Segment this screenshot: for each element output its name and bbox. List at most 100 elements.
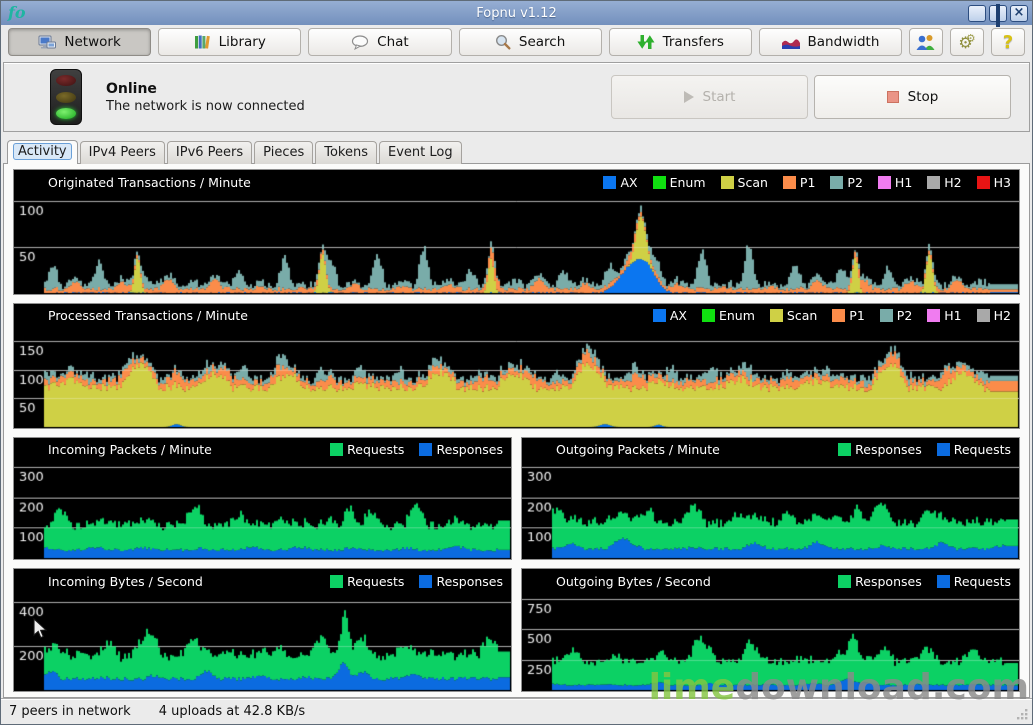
- legend-label: H1: [895, 175, 912, 190]
- red-lamp-icon: [56, 75, 76, 86]
- tab-pieces[interactable]: Pieces: [254, 141, 313, 164]
- legend-swatch-p1: [783, 176, 796, 189]
- legend-swatch-responses: [419, 443, 432, 456]
- legend-swatch-ax: [653, 309, 666, 322]
- uploads-status: 4 uploads at 42.8 KB/s: [159, 704, 305, 719]
- search-icon: [495, 34, 511, 50]
- legend-label: H2: [994, 308, 1011, 323]
- legend-swatch-requests: [937, 575, 950, 588]
- legend-swatch-h2: [977, 309, 990, 322]
- legend-label: AX: [620, 175, 637, 190]
- network-icon: [38, 35, 56, 50]
- toolbar-label: Network: [64, 34, 120, 50]
- tab-ipv4-peers[interactable]: IPv4 Peers: [80, 141, 165, 164]
- toolbar-button-library[interactable]: Library: [158, 28, 301, 56]
- chart-panel-processed-transactions: Processed Transactions / Minute AXEnumSc…: [13, 303, 1020, 429]
- toolbar-label: Search: [519, 34, 565, 50]
- connection-message: The network is now connected: [106, 99, 305, 114]
- legend-swatch-enum: [653, 176, 666, 189]
- tab-label: Pieces: [263, 145, 304, 160]
- legend-swatch-requests: [330, 575, 343, 588]
- legend-swatch-h3: [977, 176, 990, 189]
- minimize-button[interactable]: [968, 5, 986, 22]
- chart-legend: Requests Responses: [315, 574, 503, 589]
- close-button[interactable]: ×: [1010, 5, 1028, 22]
- tab-tokens[interactable]: Tokens: [315, 141, 377, 164]
- chart-canvas-processed-transactions: [14, 325, 1019, 428]
- bandwidth-icon: [782, 36, 800, 49]
- chart-legend: Responses Requests: [823, 574, 1011, 589]
- tab-label: Activity: [13, 143, 72, 160]
- legend-swatch-h1: [927, 309, 940, 322]
- chart-legend: ResponsesRequests: [823, 442, 1011, 457]
- transfers-icon: [637, 34, 655, 50]
- legend-label: Requests: [954, 574, 1011, 589]
- toolbar-button-transfers[interactable]: Transfers: [609, 28, 752, 56]
- peers-count: 7 peers in network: [9, 704, 131, 719]
- legend-label: Requests: [347, 574, 404, 589]
- toolbar-button-search[interactable]: Search: [459, 28, 602, 56]
- connection-panel: Online The network is now connected Star…: [3, 62, 1030, 132]
- toolbar-button-users[interactable]: [909, 28, 943, 56]
- toolbar-button-bandwidth[interactable]: Bandwidth: [759, 28, 902, 56]
- legend-swatch-requests: [330, 443, 343, 456]
- chart-title: Incoming Bytes / Second: [48, 574, 203, 589]
- chart-title: Processed Transactions / Minute: [48, 308, 248, 323]
- resize-grip[interactable]: [1016, 708, 1029, 721]
- toolbar-button-network[interactable]: Network: [8, 28, 151, 56]
- tabbar: Activity IPv4 Peers IPv6 Peers Pieces To…: [1, 136, 1032, 163]
- chart-canvas-outgoing-bytes: [522, 590, 1019, 691]
- chart-canvas-outgoing-packets: [522, 459, 1019, 560]
- legend-label: Responses: [855, 574, 922, 589]
- gears-icon: ⚙⚙: [958, 33, 975, 52]
- legend-label: H3: [994, 175, 1011, 190]
- legend-label: P1: [800, 175, 816, 190]
- legend-swatch-responses: [419, 575, 432, 588]
- legend-swatch-h2: [927, 176, 940, 189]
- tab-event-log[interactable]: Event Log: [379, 141, 462, 164]
- toolbar: Network Library Chat Search Transfers Ba…: [1, 25, 1032, 60]
- legend-swatch-p1: [832, 309, 845, 322]
- maximize-icon: [996, 4, 1000, 27]
- green-lamp-icon: [56, 108, 76, 119]
- legend-label: Enum: [670, 175, 706, 190]
- maximize-button[interactable]: [989, 5, 1007, 22]
- window-title: Fopnu v1.12: [1, 6, 1032, 21]
- chart-canvas-originated-transactions: [14, 191, 1019, 294]
- play-icon: [684, 91, 694, 103]
- traffic-light-icon: [50, 69, 82, 125]
- legend-label: Requests: [347, 442, 404, 457]
- chart-panel-outgoing-bytes: Outgoing Bytes / Second Responses Request…: [521, 568, 1020, 692]
- chart-title: Outgoing Bytes / Second: [556, 574, 711, 589]
- legend-label: H2: [944, 175, 961, 190]
- activity-tab-content: Originated Transactions / Minute AXEnumS…: [3, 163, 1030, 698]
- tab-activity[interactable]: Activity: [7, 140, 78, 164]
- legend-label: Responses: [436, 574, 503, 589]
- tab-label: Event Log: [388, 145, 453, 160]
- chart-legend: RequestsResponses: [315, 442, 503, 457]
- legend-swatch-responses: [838, 575, 851, 588]
- stop-label: Stop: [908, 89, 939, 105]
- chart-panel-incoming-packets: Incoming Packets / Minute RequestsRespon…: [13, 437, 512, 561]
- legend-label: Scan: [738, 175, 768, 190]
- tab-label: IPv6 Peers: [176, 145, 243, 160]
- legend-label: Scan: [787, 308, 817, 323]
- legend-swatch-ax: [603, 176, 616, 189]
- chart-canvas-incoming-packets: [14, 459, 511, 560]
- legend-label: Enum: [719, 308, 755, 323]
- start-button[interactable]: Start: [611, 75, 808, 119]
- start-label: Start: [703, 89, 736, 105]
- toolbar-button-help[interactable]: ?: [991, 28, 1025, 56]
- connection-status: Online: [106, 81, 305, 97]
- tab-ipv6-peers[interactable]: IPv6 Peers: [167, 141, 252, 164]
- chart-panel-originated-transactions: Originated Transactions / Minute AXEnumS…: [13, 169, 1020, 295]
- stop-button[interactable]: Stop: [814, 75, 1011, 119]
- legend-swatch-responses: [838, 443, 851, 456]
- legend-label: H1: [944, 308, 961, 323]
- legend-swatch-p2: [830, 176, 843, 189]
- toolbar-button-chat[interactable]: Chat: [308, 28, 451, 56]
- toolbar-button-settings[interactable]: ⚙⚙: [950, 28, 984, 56]
- chat-icon: [351, 35, 369, 50]
- help-icon: ?: [1003, 32, 1013, 53]
- legend-swatch-scan: [770, 309, 783, 322]
